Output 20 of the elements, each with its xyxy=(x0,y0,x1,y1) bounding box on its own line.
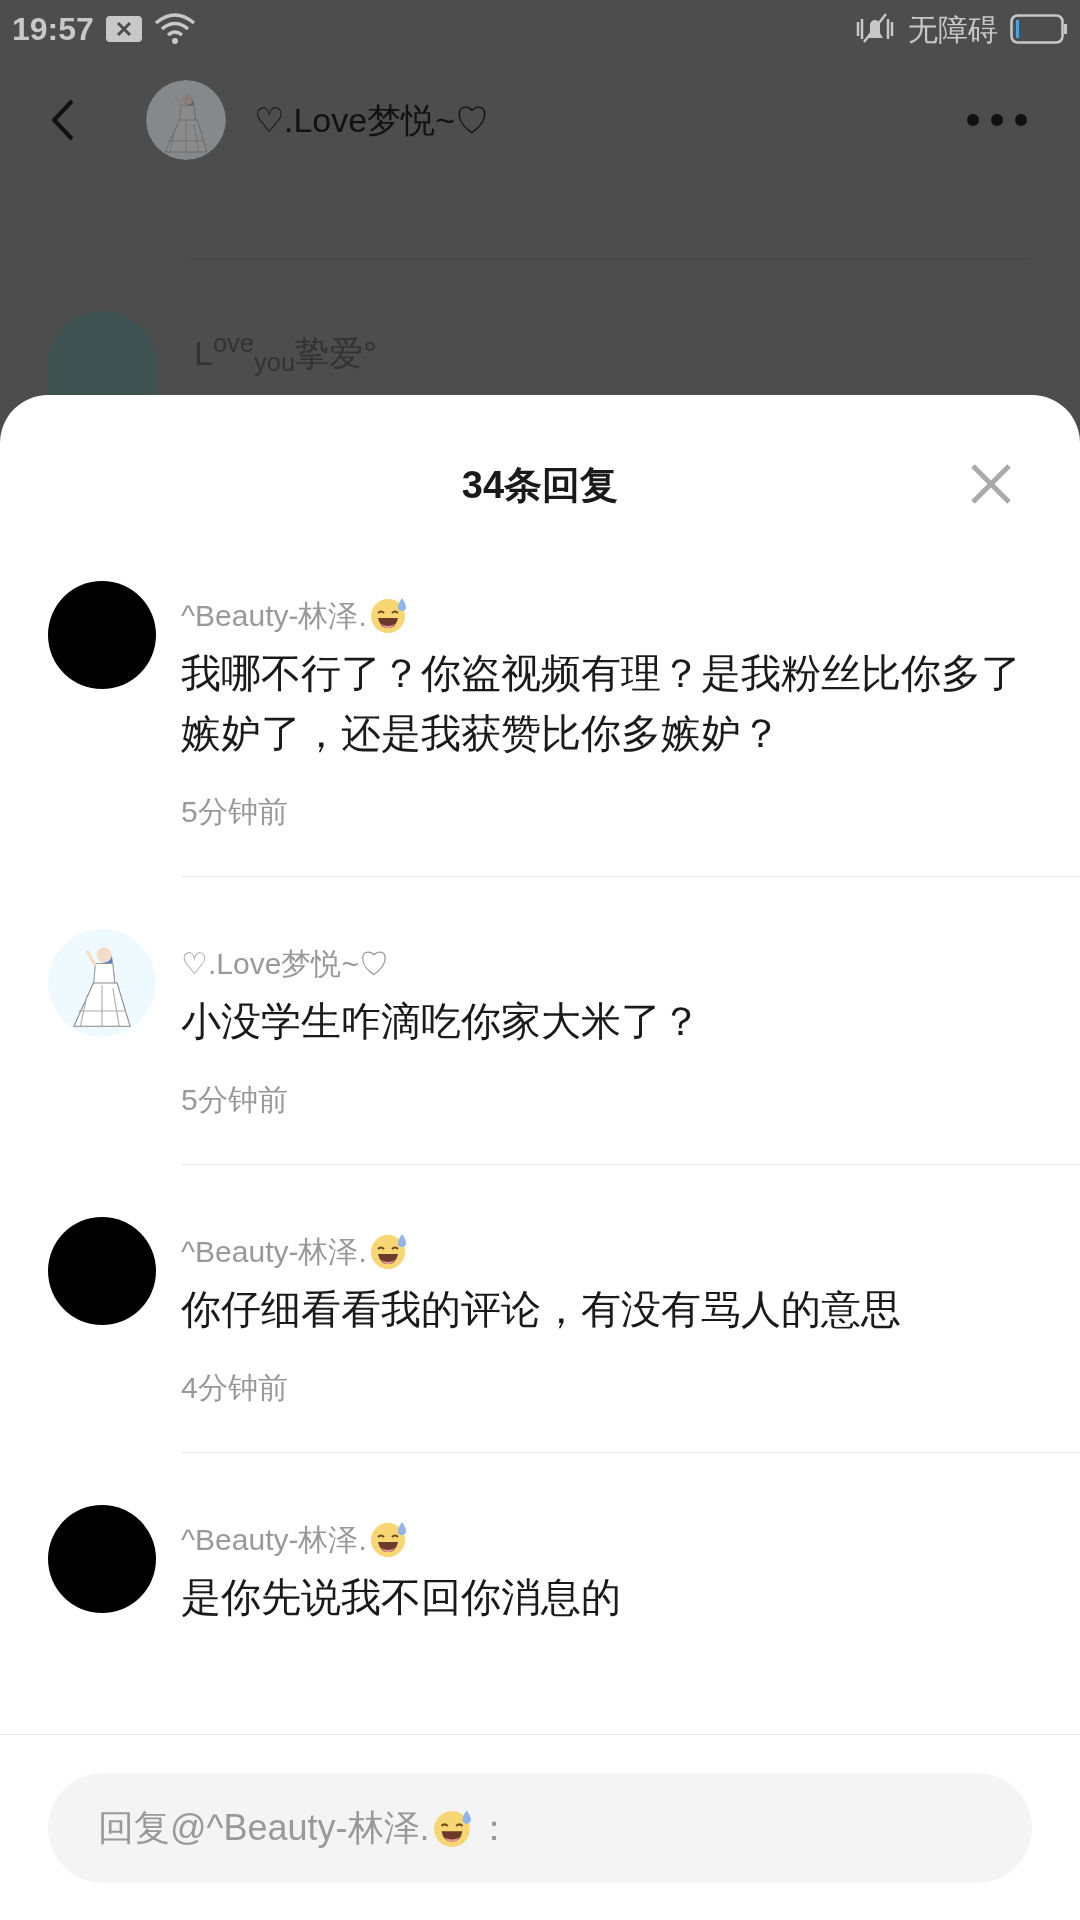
comment-text: 你仔细看看我的评论，有没有骂人的意思 xyxy=(181,1286,902,1333)
comment-author[interactable]: ^Beauty-林泽. xyxy=(181,592,367,638)
wifi-icon xyxy=(153,13,196,45)
comment-time: 5分钟前 xyxy=(181,1082,289,1118)
grinning-sweat-face-icon xyxy=(431,1807,474,1849)
status-time: 19:57 xyxy=(12,10,94,49)
sim-card-error-icon xyxy=(105,16,142,42)
comment-text: 小没学生咋滴吃你家大米了？ xyxy=(181,998,702,1045)
comment-time: 5分钟前 xyxy=(181,794,289,830)
comment-time: 4分钟前 xyxy=(181,1370,289,1406)
comment-text: 是你先说我不回你消息的 xyxy=(181,1574,622,1621)
battery-icon xyxy=(1010,14,1068,44)
accessibility-label: 无障碍 xyxy=(908,11,998,48)
reply-field[interactable]: 回复@^Beauty-林泽. ： xyxy=(48,1773,1032,1883)
comment-author[interactable]: ^Beauty-林泽. xyxy=(181,1228,367,1274)
sheet-title: 34条回复 xyxy=(461,462,619,508)
comment-author[interactable]: ^Beauty-林泽. xyxy=(181,1516,367,1562)
chat-title: ♡.Love梦悦~♡ xyxy=(254,99,491,141)
comment-text: 我哪不行了？你盗视频有理？是我粉丝比你多了嫉妒了，还是我获赞比你多嫉妒？ xyxy=(181,650,1022,757)
comment-author[interactable]: ♡.Love梦悦~♡ xyxy=(181,940,389,986)
